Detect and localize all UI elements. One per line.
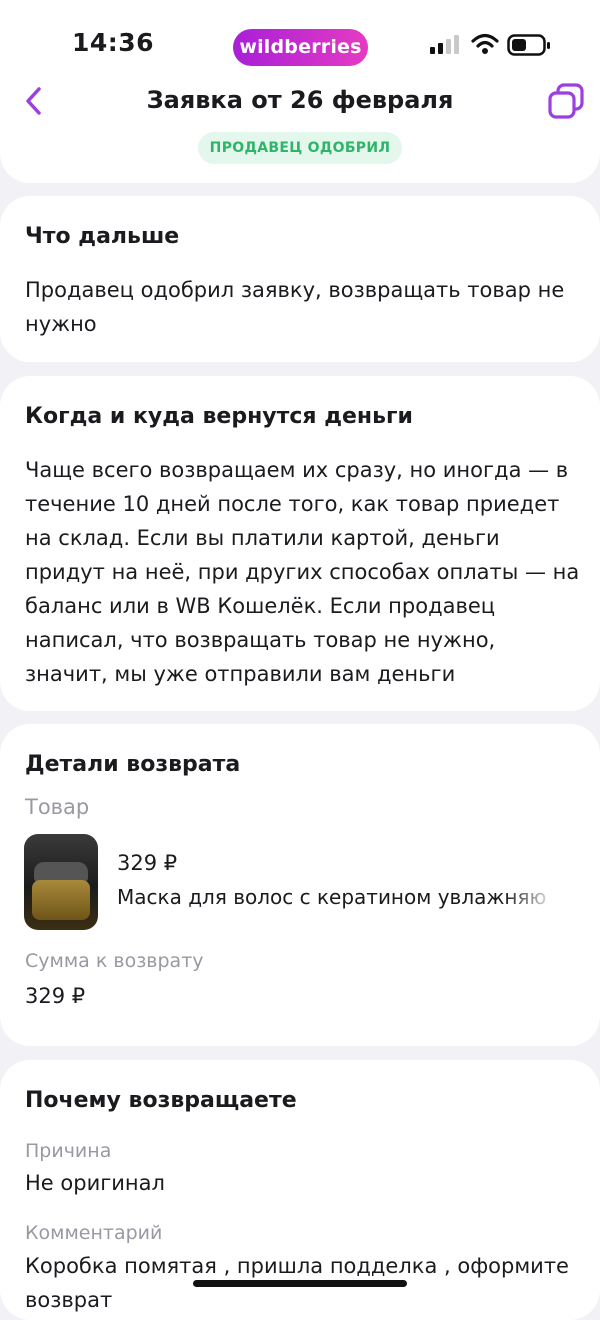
refund-info-title: Когда и куда вернутся деньги <box>25 404 413 429</box>
next-steps-text: Продавец одобрил заявку, возвращать това… <box>25 278 565 336</box>
product-image-lid <box>34 862 88 882</box>
product-image[interactable] <box>24 834 98 930</box>
home-indicator[interactable] <box>193 1280 407 1287</box>
status-badge: ПРОДАВЕЦ ОДОБРИЛ <box>198 132 402 164</box>
status-time: 14:36 <box>72 28 155 57</box>
product-image-jar <box>32 880 90 920</box>
signal-icon <box>430 35 459 54</box>
back-button[interactable] <box>20 84 50 118</box>
product-label: Товар <box>25 795 90 819</box>
refund-amount-value: 329 ₽ <box>25 984 86 1008</box>
comment-label: Комментарий <box>25 1222 163 1244</box>
product-name[interactable]: Маска для волос с кератином увлажняю <box>117 885 557 909</box>
status-bar: 14:36 wildberries <box>0 0 600 80</box>
header: Заявка от 26 февраля ПРОДАВЕЦ ОДОБРИЛ <box>0 70 600 183</box>
product-price: 329 ₽ <box>117 851 178 875</box>
return-reason-title: Почему возвращаете <box>25 1088 297 1113</box>
copy-icon[interactable] <box>547 82 585 120</box>
refund-info-text: Чаще всего возвращаем их сразу, но иногд… <box>25 458 580 686</box>
brand-logo: wildberries <box>233 29 368 66</box>
return-details-card: Детали возврата Товар 329 ₽ Маска для во… <box>0 724 600 1046</box>
next-steps-title: Что дальше <box>25 224 180 249</box>
next-steps-card: Что дальше Продавец одобрил заявку, возв… <box>0 196 600 362</box>
refund-amount-label: Сумма к возврату <box>25 950 204 972</box>
battery-icon <box>507 34 550 56</box>
return-details-title: Детали возврата <box>25 752 241 777</box>
reason-label: Причина <box>25 1140 112 1162</box>
reason-value: Не оригинал <box>25 1171 165 1195</box>
page-title: Заявка от 26 февраля <box>146 86 454 114</box>
wifi-icon <box>471 33 499 54</box>
refund-info-card: Когда и куда вернутся деньги Чаще всего … <box>0 376 600 711</box>
